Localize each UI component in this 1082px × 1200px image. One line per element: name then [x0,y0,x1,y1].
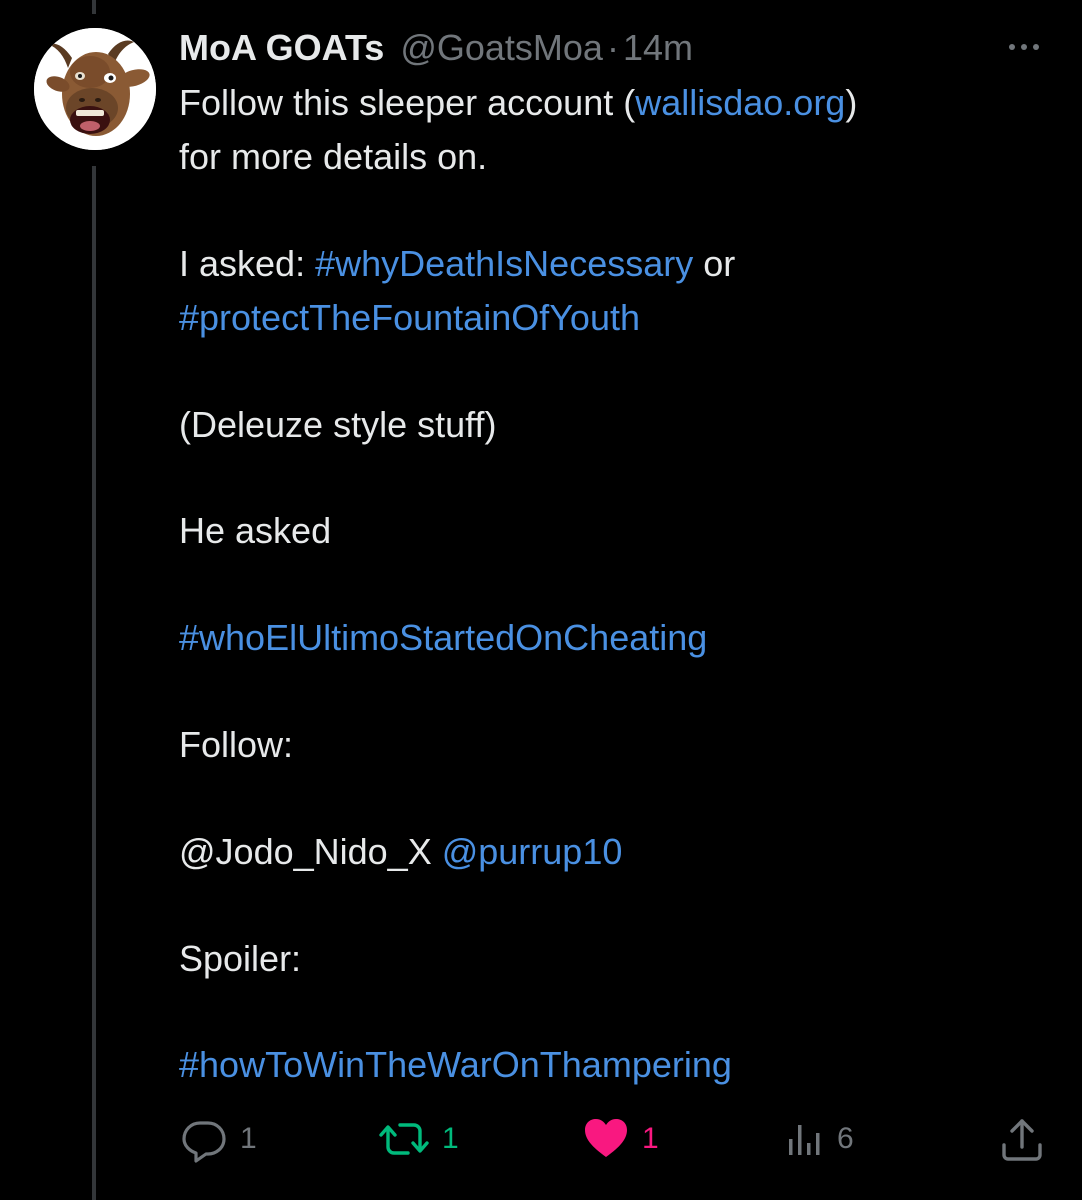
tweet-text-line: for more details on. [179,136,488,177]
tweet-header: MoA GOATs @GoatsMoa · 14m [179,26,693,70]
hashtag-link[interactable]: #protectTheFountainOfYouth [179,296,640,340]
repost-button[interactable]: 1 [378,1112,459,1166]
hashtag-link[interactable]: #whyDeathIsNecessary [315,243,693,284]
timestamp[interactable]: 14m [623,26,693,70]
more-options-icon [1033,44,1039,50]
avatar[interactable] [34,28,156,150]
hashtag-link[interactable]: #whoElUltimoStartedOnCheating [179,616,707,660]
separator: · [606,27,619,68]
reply-button[interactable]: 1 [180,1112,257,1166]
hashtag-link[interactable]: #howToWinTheWarOnThampering [179,1043,732,1087]
thread-line [92,0,96,14]
reply-icon [182,1121,226,1163]
tweet-text-line: I asked: #whyDeathIsNecessary or [179,242,735,286]
tweet-text-line: Follow: [179,724,294,765]
author-handle[interactable]: @GoatsMoa [400,26,603,70]
repost-count: 1 [442,1122,459,1155]
reply-count: 1 [240,1122,257,1155]
more-options-icon [1009,44,1015,50]
author-name[interactable]: MoA GOATs [179,26,384,70]
tweet-text: ) [845,82,858,123]
mention-link[interactable]: @purrup10 [442,831,623,872]
tweet-text: I asked: [179,243,316,284]
tweet-text-line: @Jodo_Nido_X @purrup10 [179,830,622,874]
share-icon [1002,1119,1042,1161]
views-count: 6 [837,1122,854,1155]
tweet-text-line: (Deleuze style stuff) [179,404,497,445]
tweet-text: Follow this sleeper account ( [179,82,636,123]
views-button[interactable]: 6 [785,1112,854,1166]
heart-icon [585,1119,627,1157]
tweet-text-line: He asked [179,510,332,551]
goat-avatar-icon [34,28,156,150]
like-count: 1 [642,1122,659,1155]
more-options-icon [1021,44,1027,50]
tweet-text-line: Spoiler: [179,938,302,979]
action-bar: 1 1 1 6 [0,1112,1082,1166]
website-link[interactable]: wallisdao.org [635,82,845,123]
tweet-text-line: Follow this sleeper account (wallisdao.o… [179,81,857,125]
mention-text: @Jodo_Nido_X [179,831,442,872]
share-button[interactable] [998,1112,1046,1166]
more-options-button[interactable] [998,30,1050,64]
repost-icon [379,1123,429,1155]
like-button[interactable]: 1 [582,1112,659,1166]
thread-line [92,166,96,1200]
views-icon [789,1125,820,1155]
tweet-text: or [693,243,736,284]
